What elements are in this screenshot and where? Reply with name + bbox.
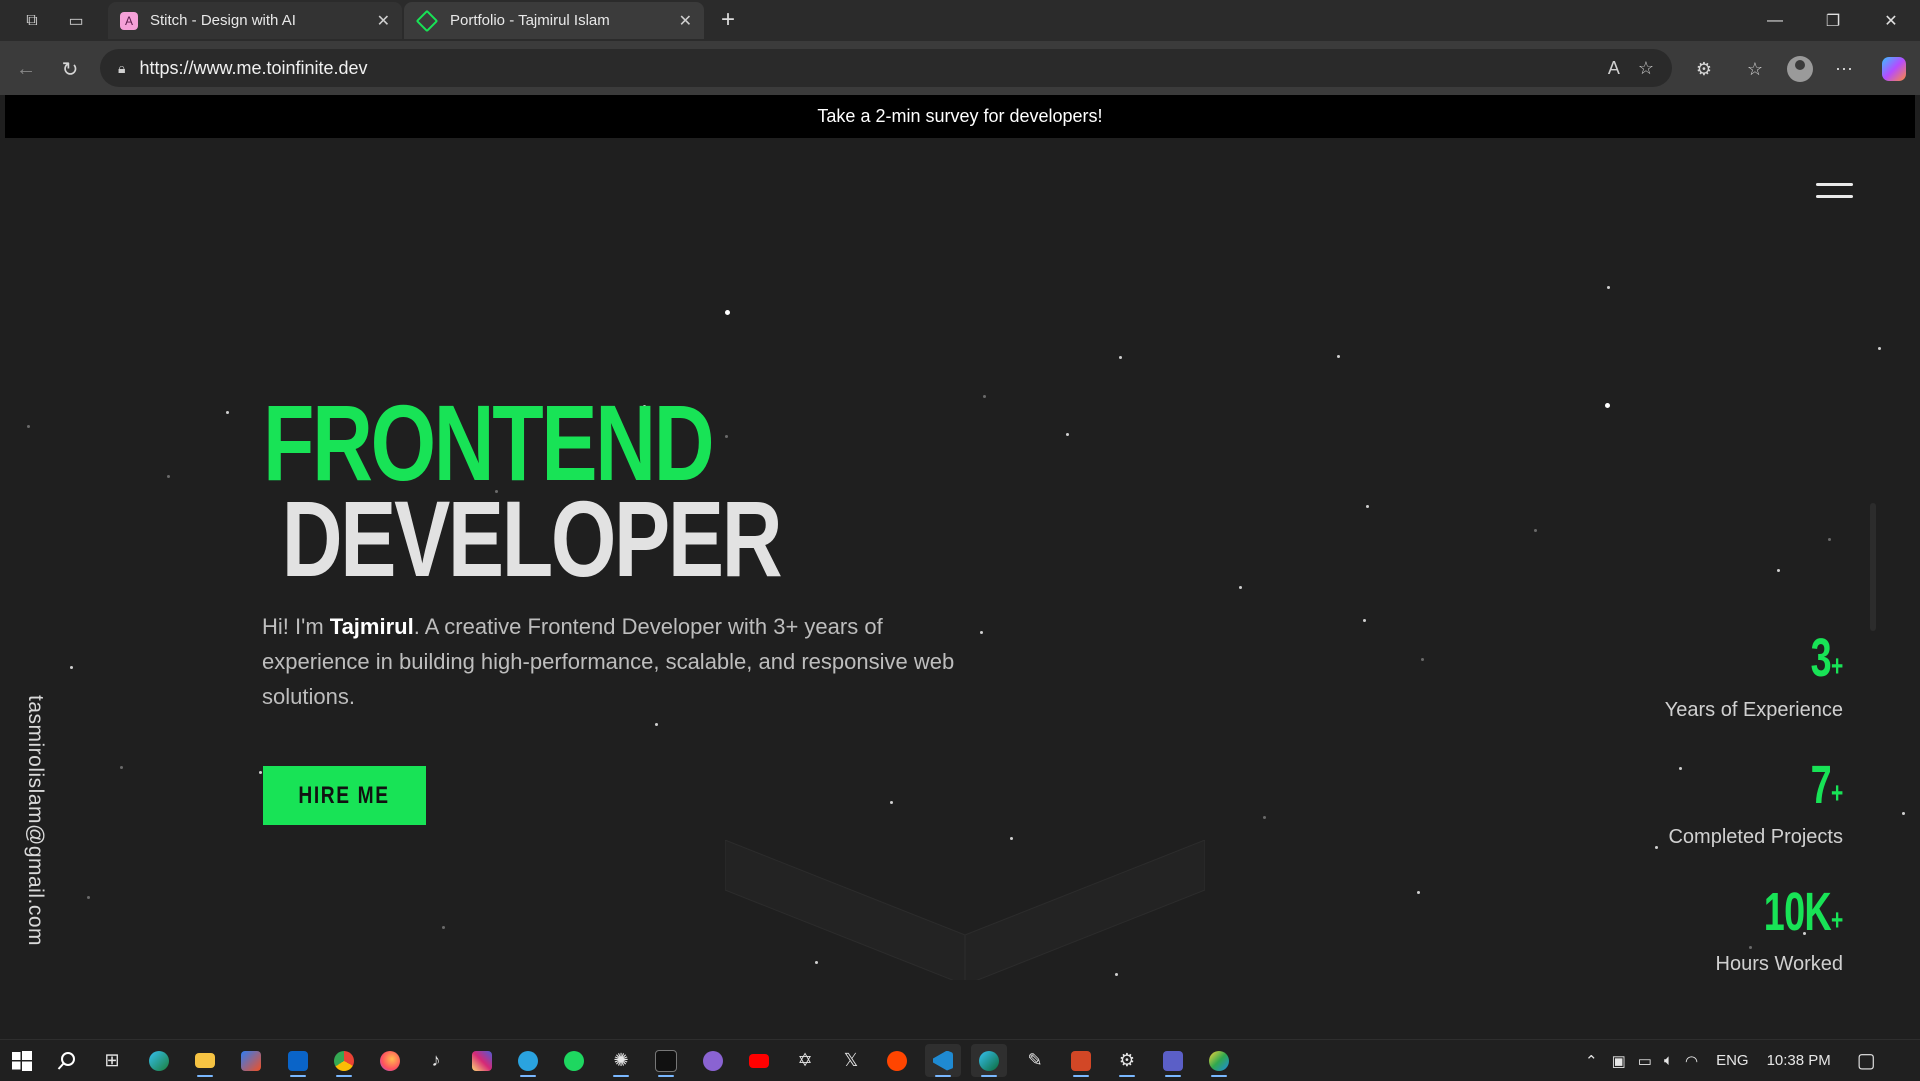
reddit-icon[interactable] [879,1044,915,1077]
stat-projects: 7+ Completed Projects [1543,757,1843,884]
hero-title-line2: DEVELOPER [281,478,783,599]
tab-title: Portfolio - Tajmirul Islam [450,12,610,29]
firefox-icon[interactable] [372,1044,408,1077]
hamburger-menu-icon[interactable] [1816,183,1856,205]
stat-value: 10K+ [1764,882,1843,942]
new-tab-button[interactable]: + [712,4,744,36]
edge-icon[interactable] [141,1044,177,1077]
page-viewport: Take a 2-min survey for developers! tasm… [5,95,1915,1039]
show-hidden-icons-icon[interactable]: ⌃ [1585,1052,1598,1070]
store-icon[interactable] [233,1044,269,1077]
favorites-icon[interactable]: ☆ [1739,53,1771,85]
close-tab-icon[interactable]: ✕ [377,11,390,31]
back-button[interactable]: ← [10,53,42,85]
scroll-indicator [1870,503,1876,631]
chrome-icon[interactable] [326,1044,362,1077]
lock-icon: 🔒︎ [118,59,126,76]
close-tab-icon[interactable]: ✕ [679,11,692,31]
profile-avatar[interactable] [1784,53,1816,85]
read-aloud-icon[interactable]: A [1608,58,1620,79]
stats-panel: 3+ Years of Experience 7+ Completed Proj… [1543,628,1844,1011]
survey-banner[interactable]: Take a 2-min survey for developers! [5,95,1915,138]
workspaces-icon[interactable]: ⧉ [10,0,54,41]
desc-name: Tajmirul [329,614,414,639]
more-menu-icon[interactable]: ⋯ [1828,53,1860,85]
x-icon[interactable]: 𝕏 [833,1044,869,1077]
tab-title: Stitch - Design with AI [150,12,296,29]
address-toolbar: ← ↻ 🔒︎ https://www.me.toinfinite.dev A ☆… [0,41,1920,95]
stat-value: 7+ [1811,755,1844,815]
hero-title: FRONTEND DEVELOPER [263,382,783,599]
stat-value: 3+ [1811,628,1844,688]
claude-icon[interactable]: ✎ [1017,1044,1053,1077]
spotify-icon[interactable] [556,1044,592,1077]
tiktok-icon[interactable]: ♪ [418,1044,454,1077]
email-link[interactable]: tasmirolislam@gmail.com [23,695,47,946]
chatgpt-icon[interactable]: ✺ [603,1044,639,1077]
scroll-down-chevron-decoration [725,840,1205,980]
extensions-icon[interactable]: ⚙ [1688,53,1720,85]
stat-label: Completed Projects [1668,826,1843,848]
wifi-icon[interactable]: ◠ [1685,1052,1698,1070]
windows-taskbar: ⊞ ♪ ✺ ✡ 𝕏 ✎ ⚙ ⌃ ▣ ▭ 🔈︎ ◠ ENG 10:38 PM ▢ [0,1039,1920,1080]
edge-dev-icon[interactable] [971,1044,1007,1077]
task-view-icon[interactable]: ⊞ [94,1044,130,1077]
proton-icon[interactable]: ✡ [787,1044,823,1077]
restore-button[interactable]: ❐ [1804,0,1862,41]
start-icon[interactable] [4,1044,40,1077]
language-indicator[interactable]: ENG [1716,1052,1749,1069]
meet-now-icon[interactable]: ▣ [1612,1052,1626,1070]
address-bar[interactable]: 🔒︎ https://www.me.toinfinite.dev A ☆ [100,49,1672,87]
clock[interactable]: 10:38 PM [1767,1052,1831,1069]
stat-experience: 3+ Years of Experience [1543,628,1844,757]
volume-icon[interactable]: 🔈︎ [1664,1052,1673,1069]
github-icon[interactable] [695,1044,731,1077]
hero-description: Hi! I'm Tajmirul. A creative Frontend De… [262,609,962,714]
stat-label: Years of Experience [1664,699,1843,721]
terminal-icon[interactable] [648,1044,684,1077]
telegram-icon[interactable] [510,1044,546,1077]
refresh-button[interactable]: ↻ [54,53,86,85]
favorite-star-icon[interactable]: ☆ [1638,58,1654,79]
youtube-icon[interactable] [741,1044,777,1077]
desc-prefix: Hi! I'm [262,614,330,639]
battery-icon[interactable]: ▭ [1638,1052,1652,1070]
instagram-icon[interactable] [464,1044,500,1077]
notifications-icon[interactable]: ▢ [1857,1048,1876,1073]
tab-portfolio[interactable]: Portfolio - Tajmirul Islam ✕ [404,2,704,39]
search-icon[interactable] [49,1044,85,1077]
edge-canary-icon[interactable] [1201,1044,1237,1077]
tab-stitch[interactable]: A Stitch - Design with AI ✕ [108,2,402,39]
minimize-button[interactable]: — [1746,0,1804,41]
file-explorer-icon[interactable] [187,1044,223,1077]
window-controls: — ❐ ✕ [1746,0,1920,41]
stitch-favicon-icon: A [120,11,138,30]
powerpoint-icon[interactable] [1063,1044,1099,1077]
close-window-button[interactable]: ✕ [1862,0,1920,41]
stat-hours: 10K+ Hours Worked [1543,882,1844,1011]
vertical-tabs-icon[interactable]: ▭ [54,0,98,41]
portfolio-favicon-icon [415,9,439,32]
copilot-icon[interactable] [1878,53,1910,85]
browser-tab-bar: ⧉ ▭ A Stitch - Design with AI ✕ Portfoli… [0,0,1920,41]
vscode-icon[interactable] [925,1044,961,1077]
teams-icon[interactable] [1155,1044,1191,1077]
hero-title-line1: FRONTEND [263,382,715,503]
url-text[interactable]: https://www.me.toinfinite.dev [139,58,1607,79]
stat-label: Hours Worked [1715,953,1843,975]
hire-me-button[interactable]: HIRE ME [263,766,426,825]
outlook-icon[interactable] [280,1044,316,1077]
settings-icon[interactable]: ⚙ [1109,1044,1145,1077]
system-tray: ⌃ ▣ ▭ 🔈︎ ◠ ENG 10:38 PM ▢ [1585,1040,1876,1081]
